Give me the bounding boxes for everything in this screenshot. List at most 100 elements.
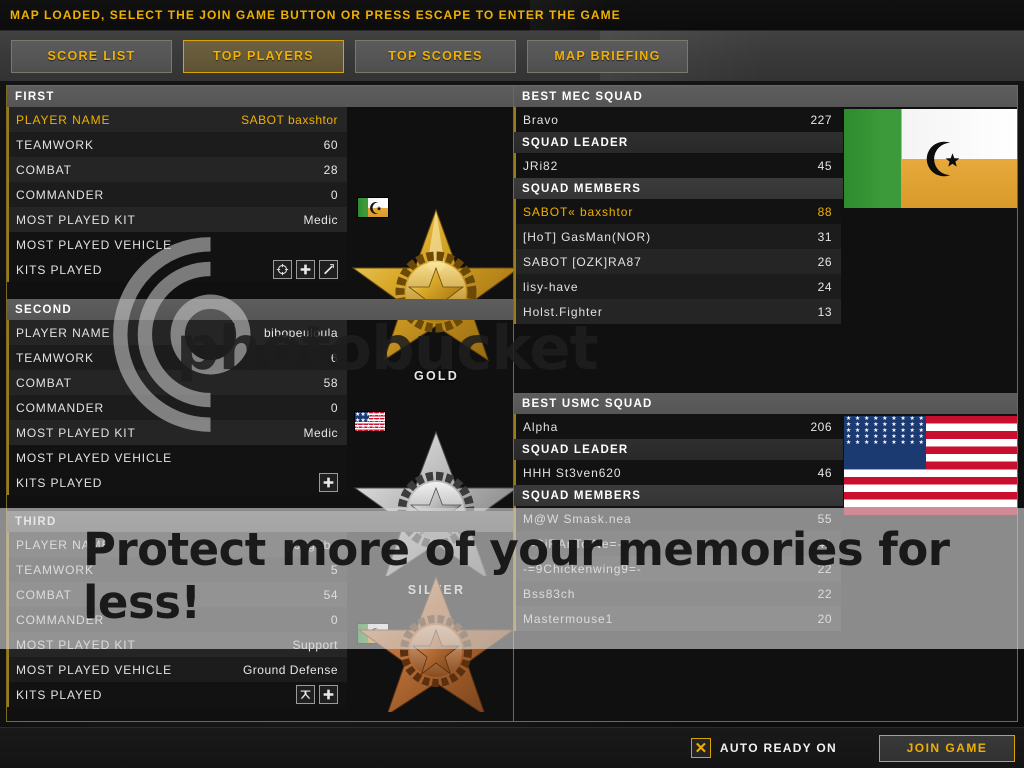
rank-header-third: THIRD — [7, 511, 513, 532]
row-value: 0 — [330, 612, 338, 627]
row-most-played-vehicle: MOST PLAYED VEHICLE Ground Defense — [7, 657, 347, 682]
squad-score: 206 — [810, 419, 832, 434]
squad-member-row: Mastermouse1 20 — [514, 606, 841, 631]
notice-bar: MAP LOADED, SELECT THE JOIN GAME BUTTON … — [0, 0, 1024, 31]
row-label: KITS PLAYED — [16, 262, 103, 277]
squad-name: Alpha — [523, 419, 559, 434]
rank-header-first: FIRST — [7, 86, 513, 107]
auto-ready-checkbox[interactable]: ✕ — [690, 738, 711, 758]
row-label: PLAYER NAME — [16, 325, 111, 340]
us-flag-canton: ★★★★★★★★★★★★★★★★★★★★★★★★★★★★★★★★★★★★★★★★… — [355, 412, 385, 431]
row-value: pongEbo — [286, 537, 338, 552]
row-label: KITS PLAYED — [16, 687, 103, 702]
row-kits-played: KITS PLAYED — [7, 257, 347, 282]
kit-icon-list — [296, 685, 347, 704]
row-label: MOST PLAYED VEHICLE — [16, 662, 173, 677]
tab-map-briefing[interactable]: MAP BRIEFING — [527, 39, 688, 73]
row-label: COMMANDER — [16, 612, 105, 627]
member-score: 26 — [817, 254, 832, 269]
star-icon: ★ — [864, 440, 870, 446]
join-game-button[interactable]: JOIN GAME — [879, 734, 1015, 762]
bf2-scoreboard-screen: MAP LOADED, SELECT THE JOIN GAME BUTTON … — [0, 0, 1024, 768]
row-label: MOST PLAYED KIT — [16, 212, 136, 227]
star-icon: ★ — [873, 440, 879, 446]
squad-title: BEST USMC SQUAD — [514, 393, 1017, 414]
row-label: PLAYER NAME — [16, 112, 111, 127]
member-score: 55 — [817, 511, 832, 526]
squad-member-row: lisy-have 24 — [514, 274, 841, 299]
squad-member-row: M@W Smask.nea 55 — [514, 506, 841, 531]
row-combat: COMBAT 58 — [7, 370, 347, 395]
star-icon: ★ — [909, 440, 915, 446]
member-score: 41 — [817, 536, 832, 551]
medic-kit-icon — [319, 473, 338, 492]
leader-name: HHH St3ven620 — [523, 465, 622, 480]
squad-card-mec: BEST MEC SQUAD Bravo 227 SQUAD LEADER JR… — [514, 86, 1017, 324]
row-combat: COMBAT 54 — [7, 582, 347, 607]
row-most-played-kit: MOST PLAYED KIT Medic — [7, 420, 347, 445]
member-name: Mastermouse1 — [523, 611, 614, 626]
member-score: 31 — [817, 229, 832, 244]
member-name: SABOT [OZK]RA87 — [523, 254, 642, 269]
member-score: 88 — [817, 204, 832, 219]
member-name: lisy-have — [523, 279, 579, 294]
row-value: Medic — [303, 425, 338, 440]
member-name: Holst.Fighter — [523, 304, 603, 319]
flag-mec-large — [843, 108, 1017, 209]
gold-star-icon — [351, 208, 521, 362]
squad-member-row: [HoT] GasMan(NOR) 31 — [514, 224, 841, 249]
row-teamwork: TEAMWORK 6 — [7, 345, 347, 370]
auto-ready-label: AUTO READY ON — [719, 741, 837, 755]
row-value: 5 — [330, 562, 338, 577]
row-value: 0 — [330, 187, 338, 202]
squad-member-row: Holst.Fighter 13 — [514, 299, 841, 324]
row-label: COMMANDER — [16, 400, 105, 415]
bottom-bar: ✕ AUTO READY ON JOIN GAME — [0, 727, 1024, 768]
row-most-played-vehicle: MOST PLAYED VEHICLE — [7, 232, 347, 257]
squad-leader-row: HHH St3ven620 46 — [514, 460, 841, 485]
row-label: TEAMWORK — [16, 562, 94, 577]
row-value: 54 — [323, 587, 338, 602]
best-squads-column: BEST MEC SQUAD Bravo 227 SQUAD LEADER JR… — [514, 86, 1017, 721]
squad-card-usmc: BEST USMC SQUAD ★ ★ ★ ★ ★ ★ ★ ★ ★ ★ ★ ★ ★ ★ ★ ★ ★ ★ ★ ★ ★ ★ ★ ★… — [514, 393, 1017, 631]
tab-top-scores[interactable]: TOP SCORES — [355, 39, 516, 73]
row-label: TEAMWORK — [16, 137, 94, 152]
row-most-played-kit: MOST PLAYED KIT Medic — [7, 207, 347, 232]
tab-top-players[interactable]: TOP PLAYERS — [183, 39, 344, 73]
member-score: 20 — [817, 611, 832, 626]
member-name: -=SiRAnToiNe=- — [523, 536, 623, 551]
medal-label: BRONZE — [349, 719, 524, 721]
tab-score-list[interactable]: SCORE LIST — [11, 39, 172, 73]
row-commander: COMMANDER 0 — [7, 395, 347, 420]
row-label: MOST PLAYED VEHICLE — [16, 450, 173, 465]
member-name: [HoT] GasMan(NOR) — [523, 229, 651, 244]
row-label: COMMANDER — [16, 187, 105, 202]
squad-member-row: -=SiRAnToiNe=- 41 — [514, 531, 841, 556]
row-value: SABOT baxshtor — [241, 112, 338, 127]
member-name: -=9Chickenwing9=- — [523, 561, 642, 576]
player-card-third: PLAYER NAME pongEbo TEAMWORK 5 COMBAT 54… — [7, 532, 347, 707]
kit-icon-list — [273, 260, 347, 279]
member-name: SABOT« baxshtor — [523, 204, 634, 219]
row-label: MOST PLAYED KIT — [16, 425, 136, 440]
star-icon: ★ — [891, 440, 897, 446]
leader-score: 45 — [817, 158, 832, 173]
row-player-name: PLAYER NAME pongEbo — [7, 532, 347, 557]
row-label: COMBAT — [16, 587, 72, 602]
medal-bronze: BRONZE — [349, 572, 524, 721]
row-value: bibopeuloula — [263, 325, 338, 340]
auto-ready-control[interactable]: ✕ AUTO READY ON — [690, 738, 837, 758]
row-most-played-kit: MOST PLAYED KIT Support — [7, 632, 347, 657]
row-label: COMBAT — [16, 375, 72, 390]
us-flag-canton: ★★★★★★★★★★★★★★★★★★★★★★★★★★★★★★★★★★★★★★★★… — [844, 416, 926, 470]
mec-flag-graphic — [844, 109, 1017, 208]
squad-member-row: SABOT« baxshtor 88 — [514, 199, 841, 224]
squad-member-row: Bss83ch 22 — [514, 581, 841, 606]
row-label: TEAMWORK — [16, 350, 94, 365]
tab-bar: SCORE LIST TOP PLAYERS TOP SCORES MAP BR… — [0, 31, 1024, 81]
row-kits-played: KITS PLAYED — [7, 682, 347, 707]
row-teamwork: TEAMWORK 5 — [7, 557, 347, 582]
bronze-star-icon — [357, 575, 515, 717]
player-card-first: PLAYER NAME SABOT baxshtor TEAMWORK 60 C… — [7, 107, 347, 282]
kit-icon-list — [319, 473, 347, 492]
